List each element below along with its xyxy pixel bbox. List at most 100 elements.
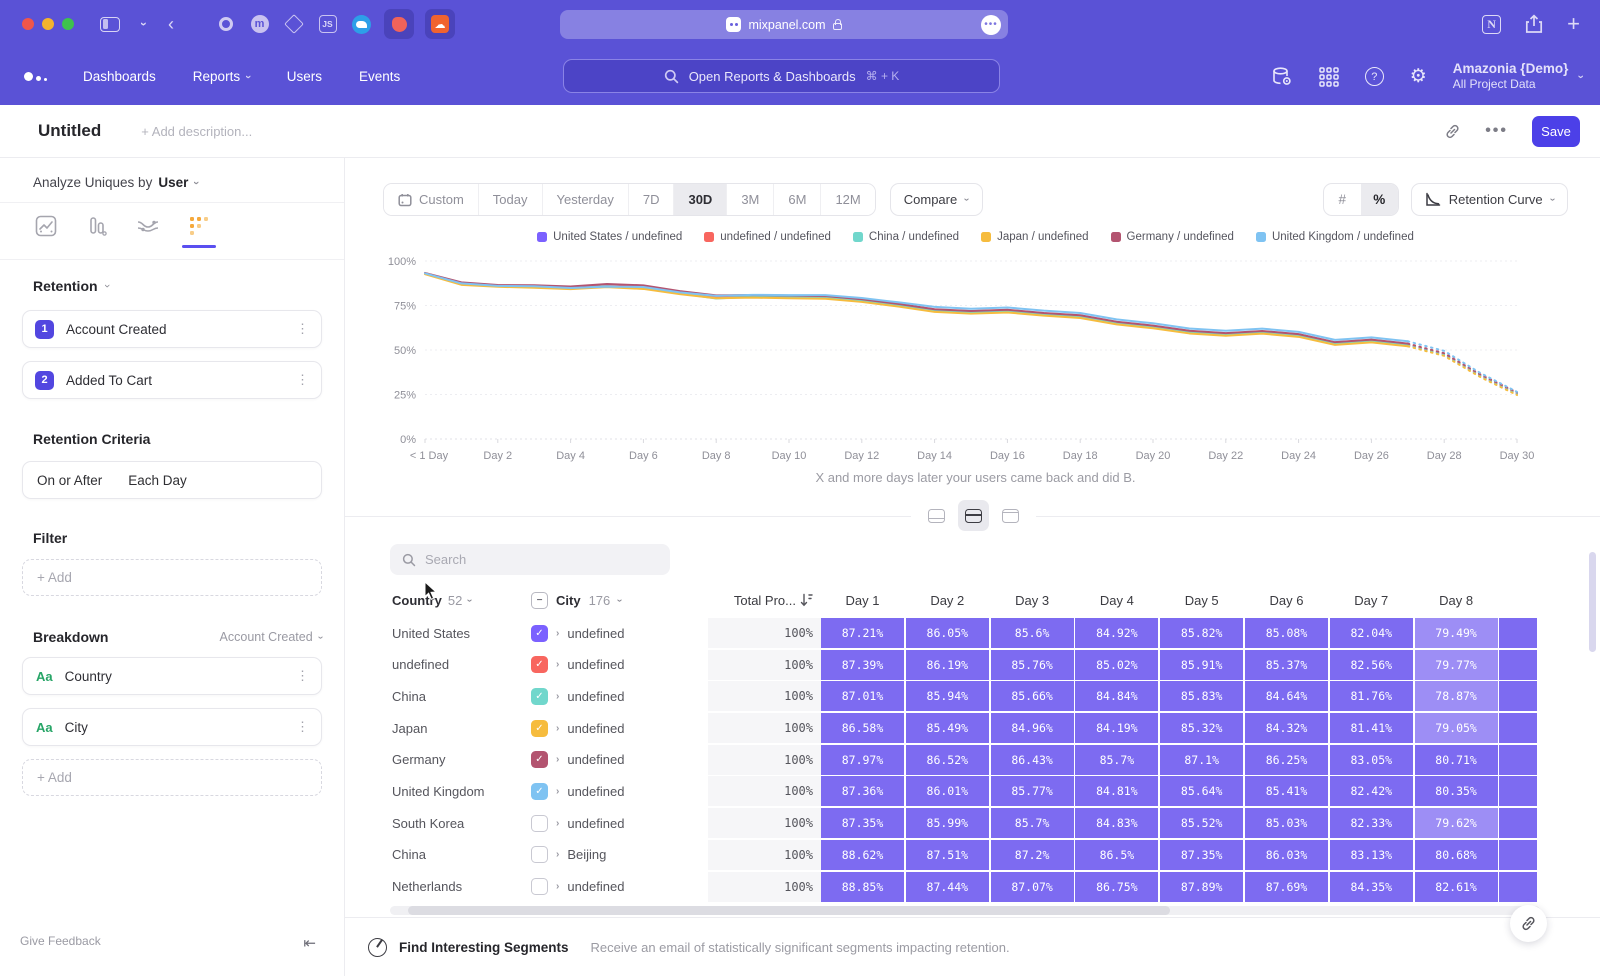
legend-item[interactable]: Japan / undefined xyxy=(981,231,1088,243)
country-column-header[interactable]: Country 52 › xyxy=(345,593,531,608)
breakdown-add-button[interactable]: + Add xyxy=(22,759,322,796)
breakdown-event-selector[interactable]: Account Created› xyxy=(220,630,322,644)
more-options-icon[interactable]: ••• xyxy=(1485,122,1508,140)
legend-item[interactable]: Germany / undefined xyxy=(1111,231,1234,243)
day-column-header[interactable]: Day 1 xyxy=(821,593,904,608)
report-title[interactable]: Untitled xyxy=(38,121,101,141)
series-checkbox[interactable]: ✓ xyxy=(531,688,548,705)
view-mode-dropdown[interactable]: Retention Curve› xyxy=(1411,183,1568,216)
nav-events[interactable]: Events xyxy=(359,69,400,84)
tab-favicon-js[interactable]: JS xyxy=(316,13,339,36)
day-column-header[interactable]: Day 4 xyxy=(1075,593,1158,608)
expand-row-icon[interactable]: › xyxy=(556,881,559,892)
nav-dashboards[interactable]: Dashboards xyxy=(83,69,156,84)
series-checkbox[interactable]: ✓ xyxy=(531,656,548,673)
legend-item[interactable]: United Kingdom / undefined xyxy=(1256,231,1414,243)
range-6m[interactable]: 6M xyxy=(774,184,821,215)
day-column-header[interactable]: Day 5 xyxy=(1160,593,1243,608)
address-bar[interactable]: mixpanel.com ••• xyxy=(560,10,1008,39)
tab-flows[interactable] xyxy=(135,213,161,239)
kebab-menu-icon[interactable]: ⋮ xyxy=(296,719,309,735)
retention-line-chart[interactable]: 100%75%50%25%0%< 1 DayDay 2Day 4Day 6Day… xyxy=(383,253,1568,468)
kebab-menu-icon[interactable]: ⋮ xyxy=(296,668,309,684)
day-column-header[interactable]: Day 8 xyxy=(1415,593,1498,608)
segments-title[interactable]: Find Interesting Segments xyxy=(399,940,569,955)
page-options-icon[interactable]: ••• xyxy=(981,15,1001,35)
global-search-button[interactable]: Open Reports & Dashboards ⌘ + K xyxy=(563,59,1000,93)
tab-insights[interactable] xyxy=(33,213,59,239)
kebab-menu-icon[interactable]: ⋮ xyxy=(296,372,309,388)
legend-item[interactable]: undefined / undefined xyxy=(704,231,831,243)
range-today[interactable]: Today xyxy=(479,184,543,215)
tab-funnels[interactable] xyxy=(84,213,110,239)
split-view-toggle[interactable] xyxy=(958,500,989,531)
project-switcher[interactable]: Amazonia {Demo} All Project Data › xyxy=(1453,61,1582,93)
give-feedback-link[interactable]: Give Feedback xyxy=(20,934,101,948)
chevron-down-icon[interactable]: › xyxy=(137,22,151,26)
series-checkbox[interactable]: ✓ xyxy=(531,625,548,642)
expand-row-icon[interactable]: › xyxy=(556,754,559,765)
range-yesterday[interactable]: Yesterday xyxy=(543,184,629,215)
new-tab-icon[interactable]: + xyxy=(1567,11,1580,37)
share-icon[interactable] xyxy=(1525,14,1543,34)
expand-row-icon[interactable]: › xyxy=(556,628,559,639)
nav-reports[interactable]: Reports› xyxy=(193,69,250,84)
day-column-header[interactable]: Day 3 xyxy=(991,593,1074,608)
tab-favicon-soundcloud[interactable]: ☁ xyxy=(425,9,455,39)
help-icon[interactable]: ? xyxy=(1365,67,1384,86)
back-icon[interactable]: ‹ xyxy=(168,14,174,35)
tab-favicon-cube[interactable] xyxy=(282,13,305,36)
range-12m[interactable]: 12M xyxy=(821,184,874,215)
share-link-floating-button[interactable] xyxy=(1510,905,1547,942)
horizontal-scrollbar[interactable] xyxy=(390,906,1540,915)
criteria-interval[interactable]: Each Day xyxy=(128,473,187,488)
apps-grid-icon[interactable] xyxy=(1319,67,1339,87)
minimize-window-button[interactable] xyxy=(42,18,54,30)
collapse-sidebar-icon[interactable]: ⇤ xyxy=(303,934,316,952)
tab-retention[interactable] xyxy=(186,213,212,239)
nav-users[interactable]: Users xyxy=(287,69,322,84)
day-column-header[interactable]: Day 7 xyxy=(1330,593,1413,608)
legend-item[interactable]: United States / undefined xyxy=(537,231,682,243)
retention-section-header[interactable]: Retention› xyxy=(33,278,344,294)
chart-only-toggle[interactable] xyxy=(921,500,952,531)
settings-gear-icon[interactable]: ⚙ xyxy=(1410,65,1427,88)
select-all-checkbox[interactable]: − xyxy=(531,592,548,609)
expand-row-icon[interactable]: › xyxy=(556,659,559,670)
analyze-value[interactable]: User xyxy=(158,175,188,190)
data-management-icon[interactable] xyxy=(1271,66,1293,87)
vertical-scrollbar[interactable] xyxy=(1589,552,1596,652)
legend-item[interactable]: China / undefined xyxy=(853,231,959,243)
filter-add-button[interactable]: + Add xyxy=(22,559,322,596)
expand-row-icon[interactable]: › xyxy=(556,849,559,860)
tab-favicon-bird[interactable] xyxy=(350,13,373,36)
day-column-header[interactable]: Day 2 xyxy=(906,593,989,608)
range-custom[interactable]: Custom xyxy=(384,184,479,215)
unit-count-toggle[interactable]: # xyxy=(1324,184,1361,215)
expand-row-icon[interactable]: › xyxy=(556,691,559,702)
table-search-input[interactable]: Search xyxy=(390,544,670,575)
expand-row-icon[interactable]: › xyxy=(556,786,559,797)
unit-percent-toggle[interactable]: % xyxy=(1361,184,1398,215)
series-checkbox[interactable] xyxy=(531,815,548,832)
compare-button[interactable]: Compare› xyxy=(890,183,983,216)
save-button[interactable]: Save xyxy=(1532,116,1580,147)
step-added-to-cart[interactable]: 2 Added To Cart ⋮ xyxy=(22,361,322,399)
copy-link-icon[interactable] xyxy=(1444,123,1461,140)
day-column-header[interactable]: Day 6 xyxy=(1245,593,1328,608)
close-window-button[interactable] xyxy=(22,18,34,30)
expand-row-icon[interactable]: › xyxy=(556,723,559,734)
table-only-toggle[interactable] xyxy=(995,500,1026,531)
total-column-header[interactable]: Total Pro... xyxy=(708,593,821,608)
series-checkbox[interactable] xyxy=(531,846,548,863)
scrollbar-thumb[interactable] xyxy=(408,906,1170,915)
series-checkbox[interactable]: ✓ xyxy=(531,720,548,737)
criteria-selector[interactable]: On or After Each Day xyxy=(22,461,322,499)
tab-favicon-reader[interactable] xyxy=(384,9,414,39)
range-30d[interactable]: 30D xyxy=(674,184,727,215)
criteria-mode[interactable]: On or After xyxy=(37,473,102,488)
breakdown-city[interactable]: Aa City ⋮ xyxy=(22,708,322,746)
city-column-header[interactable]: − City 176 › xyxy=(531,592,708,609)
series-checkbox[interactable] xyxy=(531,878,548,895)
tab-favicon-target[interactable] xyxy=(214,13,237,36)
